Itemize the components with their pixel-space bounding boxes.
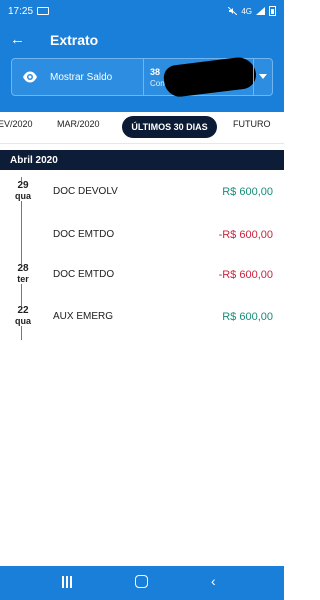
status-indicators: 4G	[228, 6, 276, 16]
account-selector[interactable]: 38 Conta Su	[144, 55, 272, 99]
date-day: 29	[17, 180, 29, 191]
network-type: 4G	[241, 6, 252, 16]
image-notification-icon	[37, 7, 50, 15]
transaction-description[interactable]: AUX EMERG	[53, 311, 113, 322]
date-marker: 22 qua	[11, 306, 35, 326]
recent-apps-icon[interactable]	[62, 576, 74, 588]
month-header: Abril 2020	[0, 150, 284, 170]
date-weekday: qua	[14, 191, 31, 201]
home-icon[interactable]	[135, 575, 148, 588]
transaction-amount: -R$ 600,00	[218, 269, 273, 281]
eye-icon	[23, 71, 37, 83]
transaction-amount: R$ 600,00	[222, 186, 273, 198]
date-day: 22	[17, 305, 29, 316]
page-title: Extrato	[50, 32, 99, 48]
transaction-description[interactable]: DOC EMTDO	[53, 229, 114, 240]
date-marker: 28 ter	[11, 264, 35, 284]
account-number: 38	[150, 67, 161, 77]
system-nav-bar: ‹	[0, 566, 284, 600]
tab-fev-2020[interactable]: EV/2020	[0, 119, 33, 129]
transaction-description[interactable]: DOC DEVOLV	[53, 186, 118, 197]
tab-mar-2020[interactable]: MAR/2020	[57, 119, 100, 129]
date-day: 28	[17, 263, 29, 274]
back-arrow-icon[interactable]: ←	[10, 30, 30, 50]
back-icon[interactable]: ‹	[211, 574, 223, 589]
balance-account-card: Mostrar Saldo 38 Conta Su	[11, 55, 273, 99]
show-balance-button[interactable]: Mostrar Saldo	[12, 59, 144, 95]
tab-futuro[interactable]: FUTURO	[233, 119, 271, 129]
status-time: 17:25	[8, 5, 34, 17]
status-bar: 17:25 4G	[0, 0, 284, 22]
transaction-description[interactable]: DOC EMTDO	[53, 269, 114, 280]
period-tabs: EV/2020 MAR/2020 ÚLTIMOS 30 DIAS FUTURO	[0, 112, 284, 144]
tab-ultimos-30-dias[interactable]: ÚLTIMOS 30 DIAS	[122, 116, 217, 138]
transaction-amount: -R$ 600,00	[218, 229, 273, 241]
redaction-mark	[162, 55, 258, 99]
battery-icon	[269, 6, 276, 16]
mute-icon	[228, 7, 238, 15]
show-balance-label: Mostrar Saldo	[50, 71, 113, 83]
chevron-down-icon[interactable]	[259, 74, 267, 79]
date-weekday: qua	[14, 316, 31, 326]
app-header: ← Extrato Mostrar Saldo 38 Conta Su	[0, 22, 284, 112]
transaction-amount: R$ 600,00	[222, 311, 273, 323]
date-weekday: ter	[17, 274, 29, 284]
account-divider	[253, 59, 254, 95]
date-marker: 29 qua	[11, 181, 35, 201]
signal-icon	[256, 7, 265, 15]
